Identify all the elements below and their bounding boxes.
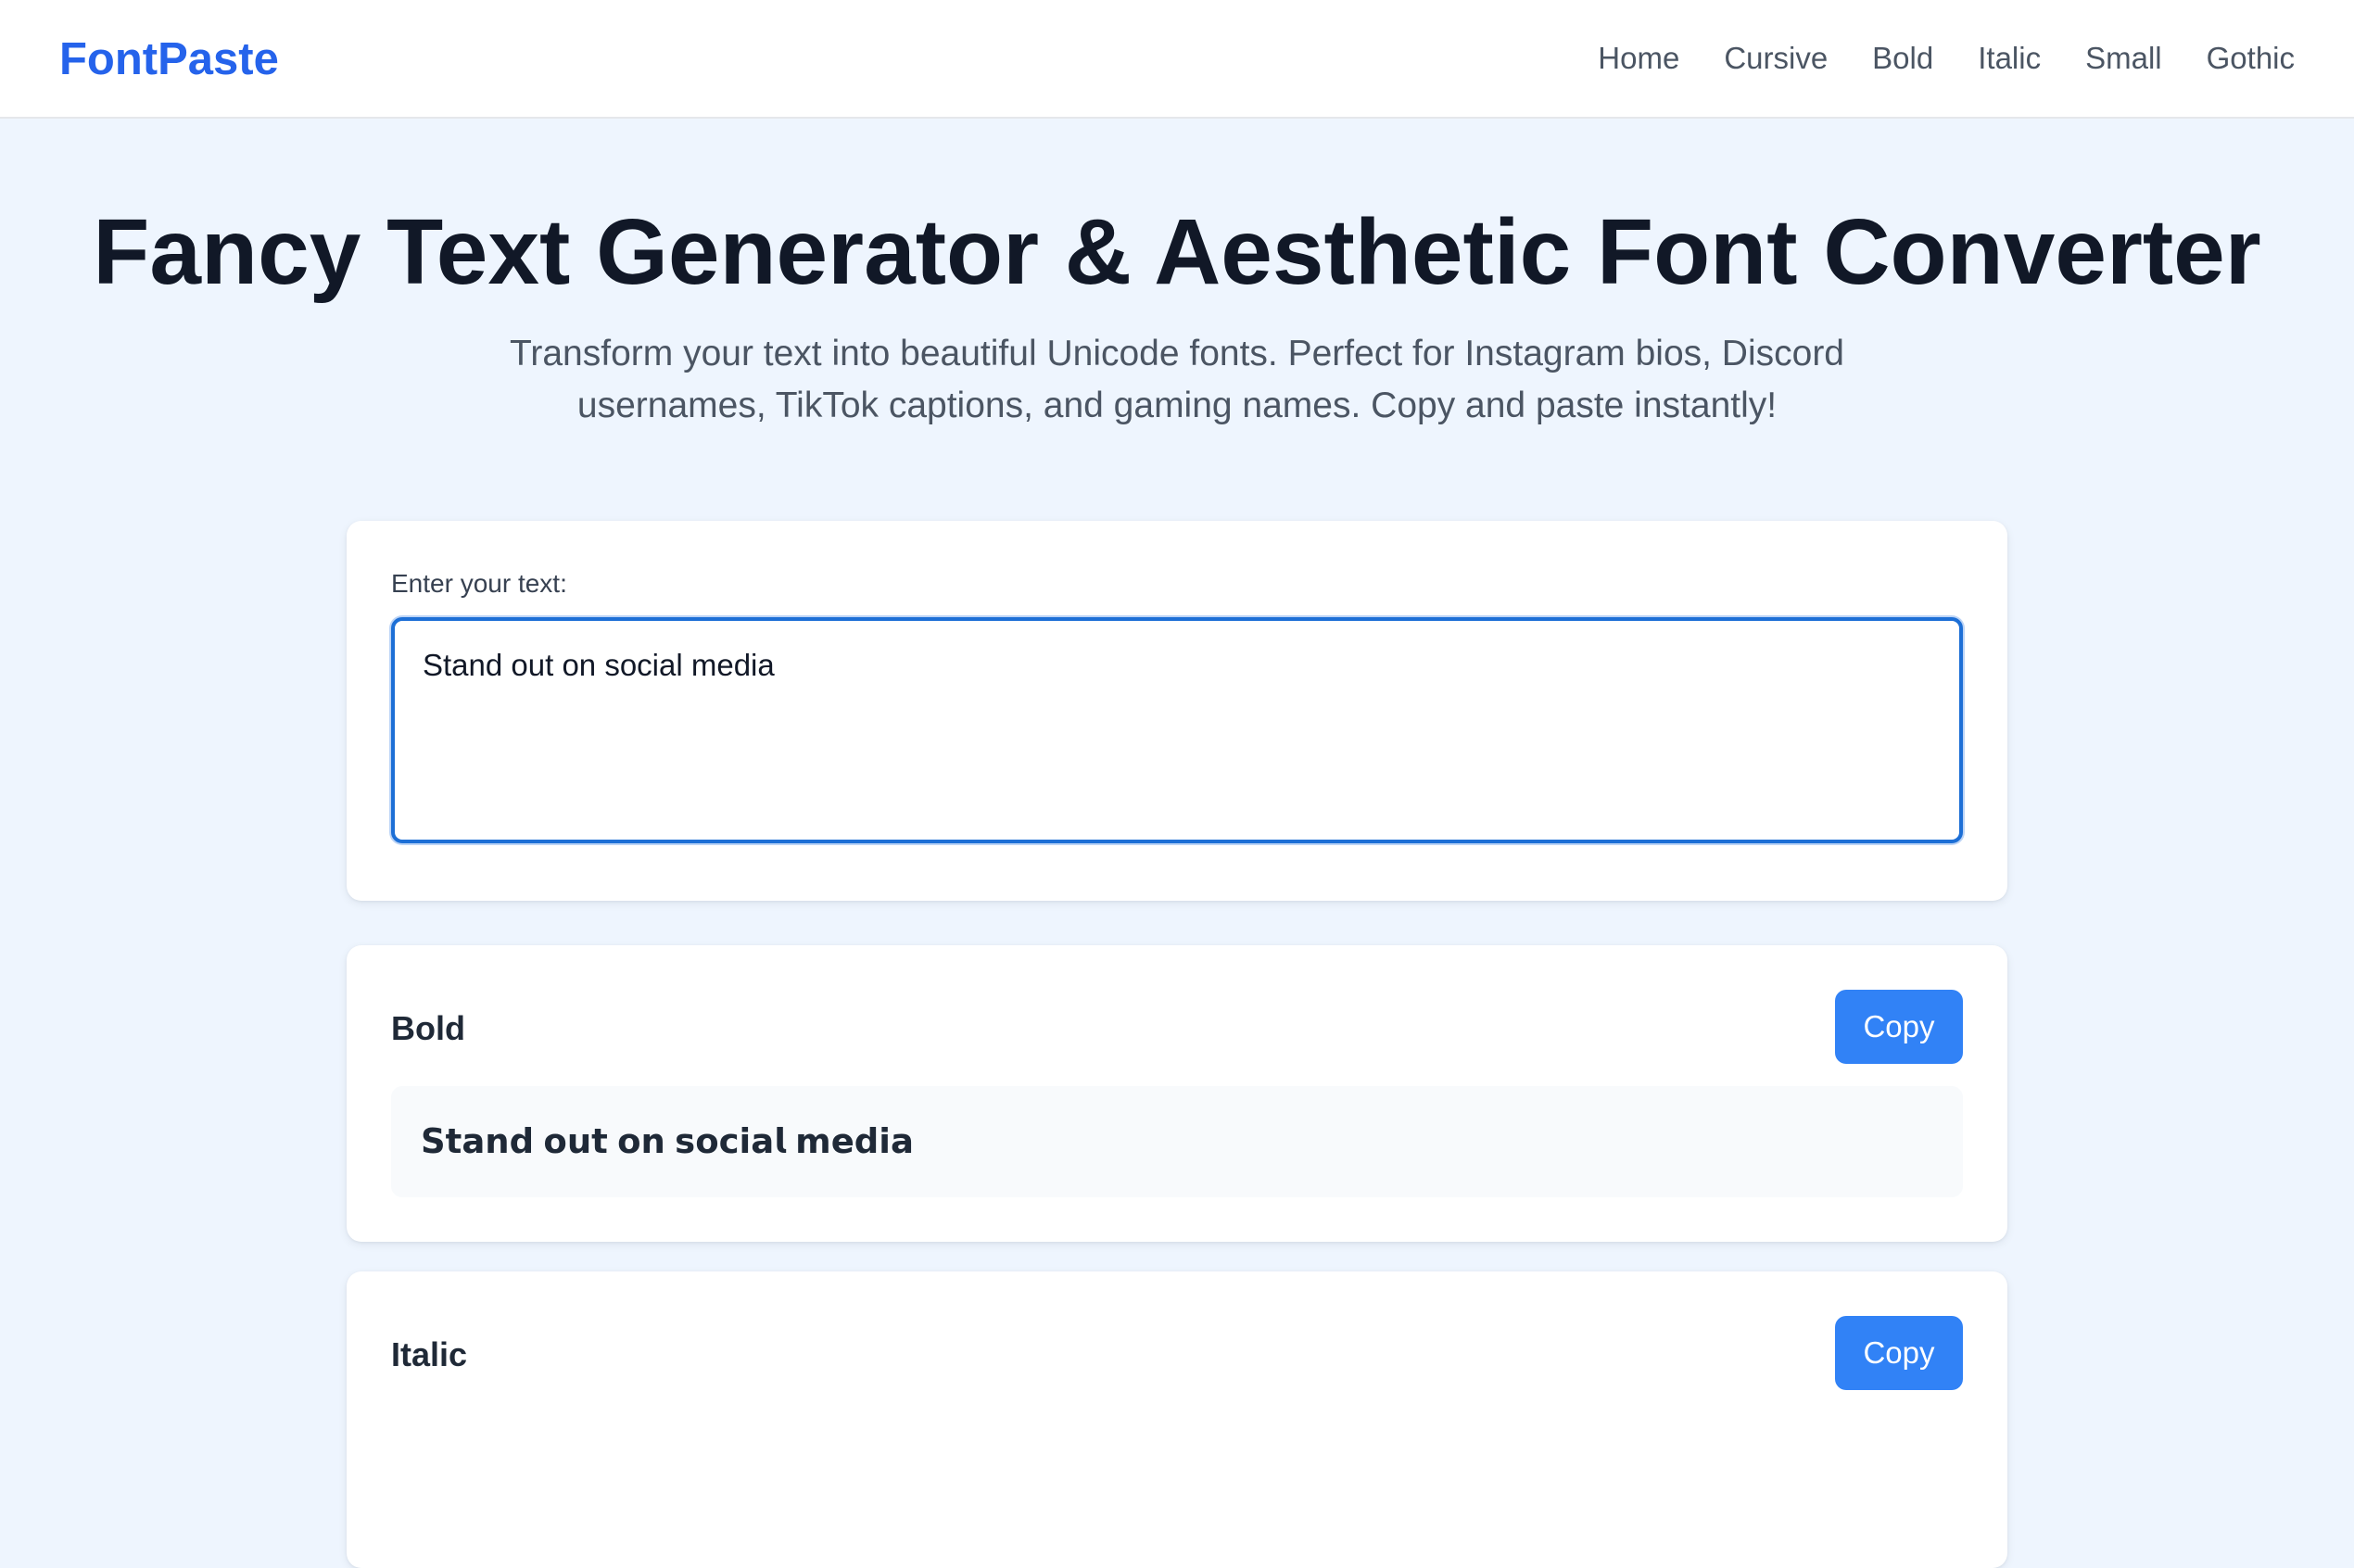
nav-link-italic[interactable]: Italic [1978, 37, 2041, 80]
site-logo[interactable]: FontPaste [59, 32, 279, 87]
result-style-name: Bold [391, 1009, 465, 1047]
result-card-italic: Italic Copy [347, 1271, 2007, 1568]
nav-link-home[interactable]: Home [1598, 37, 1679, 80]
nav-link-gothic[interactable]: Gothic [2207, 37, 2295, 80]
site-header: FontPaste Home Cursive Bold Italic Small… [0, 0, 2354, 119]
text-input-card: Enter your text: Stand out on social med… [347, 521, 2007, 901]
result-card-bold: Bold Copy 𝗦𝘁𝗮𝗻𝗱 𝗼𝘂𝘁 𝗼𝗻 𝘀𝗼𝗰𝗶𝗮𝗹 𝗺𝗲𝗱𝗶𝗮 [347, 945, 2007, 1242]
result-preview-bold: 𝗦𝘁𝗮𝗻𝗱 𝗼𝘂𝘁 𝗼𝗻 𝘀𝗼𝗰𝗶𝗮𝗹 𝗺𝗲𝗱𝗶𝗮 [391, 1086, 1963, 1197]
copy-button-italic[interactable]: Copy [1835, 1316, 1963, 1390]
text-input[interactable]: Stand out on social media [391, 617, 1963, 843]
nav-link-bold[interactable]: Bold [1872, 37, 1933, 80]
text-input-label: Enter your text: [391, 569, 567, 598]
page-title: Fancy Text Generator & Aesthetic Font Co… [93, 200, 2261, 304]
nav-link-small[interactable]: Small [2085, 37, 2162, 80]
result-style-name: Italic [391, 1335, 468, 1373]
copy-button-bold[interactable]: Copy [1835, 990, 1963, 1064]
nav-link-cursive[interactable]: Cursive [1724, 37, 1828, 80]
main-nav: Home Cursive Bold Italic Small Gothic [1598, 37, 2295, 80]
page-subtitle: Transform your text into beautiful Unico… [509, 334, 1844, 425]
